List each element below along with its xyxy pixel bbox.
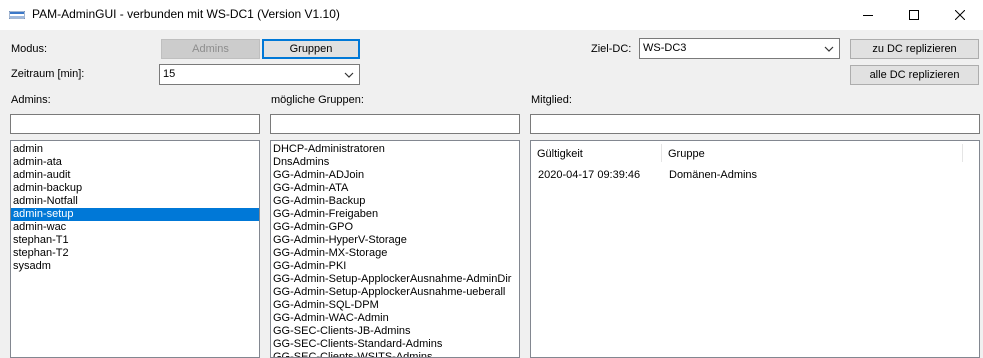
close-button[interactable] <box>937 0 983 30</box>
admin-list-item[interactable]: sysadm <box>11 260 259 273</box>
admin-list-item[interactable]: admin-wac <box>11 221 259 234</box>
group-list-item[interactable]: GG-Admin-SQL-DPM <box>271 299 519 312</box>
replicate-to-dc-button[interactable]: zu DC replizieren <box>850 39 979 59</box>
column-separator[interactable] <box>962 144 963 162</box>
minimize-icon <box>863 15 873 16</box>
group-list-item[interactable]: GG-Admin-WAC-Admin <box>271 312 519 325</box>
admins-filter-input[interactable] <box>10 114 260 134</box>
admin-list-item[interactable]: admin-backup <box>11 182 259 195</box>
column-header-group[interactable]: Gruppe <box>662 143 962 165</box>
member-label: Mitglied: <box>531 94 572 106</box>
group-list-item[interactable]: GG-Admin-ADJoin <box>271 169 519 182</box>
admins-label: Admins: <box>11 94 51 106</box>
ziel-dc-value: WS-DC3 <box>643 42 687 54</box>
window-title: PAM-AdminGUI - verbunden mit WS-DC1 (Ver… <box>32 7 340 21</box>
group-list-item[interactable]: GG-SEC-Clients-WSITS-Admins <box>271 351 519 357</box>
admin-list-item[interactable]: admin-setup <box>11 208 259 221</box>
admin-list-item[interactable]: admin-Notfall <box>11 195 259 208</box>
validity-cell: 2020-04-17 09:39:46 <box>538 169 641 181</box>
groups-list[interactable]: DHCP-Administratoren DnsAdmins GG-Admin-AD… <box>270 140 520 358</box>
group-list-item[interactable]: GG-Admin-Setup-ApplockerAusnahme-ueberal… <box>271 286 519 299</box>
maximize-button[interactable] <box>891 0 937 30</box>
ziel-dc-dropdown[interactable]: WS-DC3 <box>639 38 840 59</box>
group-list-item[interactable]: DHCP-Administratoren <box>271 143 519 156</box>
admin-list-item[interactable]: admin-audit <box>11 169 259 182</box>
group-list-item[interactable]: GG-Admin-Setup-ApplockerAusnahme-AdminDi… <box>271 273 519 286</box>
admins-mode-button[interactable]: Admins <box>161 39 260 59</box>
chevron-down-icon <box>824 46 834 52</box>
group-list-item[interactable]: GG-Admin-HyperV-Storage <box>271 234 519 247</box>
modus-label: Modus: <box>11 43 48 55</box>
admin-list-item[interactable]: admin <box>11 143 259 156</box>
member-listview[interactable]: Gültigkeit Gruppe 2020-04-17 09:39:46 Do… <box>530 140 980 358</box>
group-list-item[interactable]: GG-SEC-Clients-Standard-Admins <box>271 338 519 351</box>
column-header-validity[interactable]: Gültigkeit <box>531 143 661 165</box>
close-icon <box>955 10 965 20</box>
group-cell: Domänen-Admins <box>669 169 758 181</box>
maximize-icon <box>909 10 919 20</box>
member-filter-input[interactable] <box>530 114 980 134</box>
admin-list-item[interactable]: stephan-T2 <box>11 247 259 260</box>
group-list-item[interactable]: GG-Admin-Backup <box>271 195 519 208</box>
group-list-item[interactable]: GG-Admin-GPO <box>271 221 519 234</box>
title-bar[interactable]: PAM-AdminGUI - verbunden mit WS-DC1 (Ver… <box>0 0 983 30</box>
zeitraum-dropdown[interactable]: 15 <box>159 64 360 85</box>
group-list-item[interactable]: GG-Admin-PKI <box>271 260 519 273</box>
group-list-item[interactable]: GG-Admin-Freigaben <box>271 208 519 221</box>
group-list-item[interactable]: DnsAdmins <box>271 156 519 169</box>
replicate-all-dc-button[interactable]: alle DC replizieren <box>850 65 979 85</box>
minimize-button[interactable] <box>845 0 891 30</box>
group-list-item[interactable]: GG-SEC-Clients-JB-Admins <box>271 325 519 338</box>
groups-label: mögliche Gruppen: <box>271 94 364 106</box>
ziel-dc-label: Ziel-DC: <box>591 43 632 55</box>
chevron-down-icon <box>344 72 354 78</box>
group-list-item[interactable]: GG-Admin-MX-Storage <box>271 247 519 260</box>
admin-list-item[interactable]: stephan-T1 <box>11 234 259 247</box>
group-list-item[interactable]: GG-Admin-ATA <box>271 182 519 195</box>
groups-filter-input[interactable] <box>270 114 520 134</box>
gruppen-mode-button[interactable]: Gruppen <box>262 39 360 59</box>
admins-list[interactable]: admin admin-ata admin-audit admin-backup adm… <box>10 140 260 358</box>
app-icon <box>9 11 25 19</box>
table-row[interactable]: 2020-04-17 09:39:46 Domänen-Admins <box>531 167 979 183</box>
admin-list-item[interactable]: admin-ata <box>11 156 259 169</box>
zeitraum-label: Zeitraum [min]: <box>11 68 85 80</box>
zeitraum-value: 15 <box>163 68 176 80</box>
